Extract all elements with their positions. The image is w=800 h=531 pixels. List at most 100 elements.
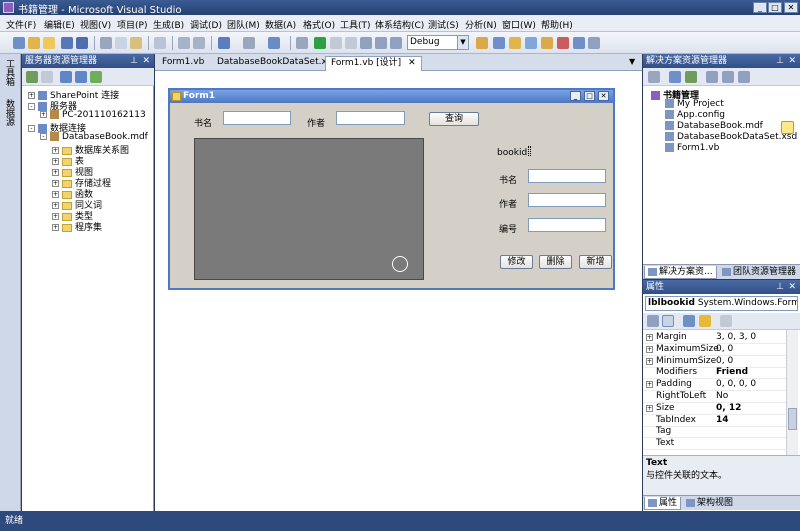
collapse-icon[interactable]: - bbox=[28, 125, 35, 132]
solution-item[interactable]: DatabaseBook.mdf bbox=[665, 121, 763, 131]
property-row[interactable]: Text bbox=[643, 438, 786, 451]
expand-icon[interactable]: + bbox=[646, 381, 653, 389]
close-button[interactable]: ✕ bbox=[784, 2, 798, 13]
menu-team[interactable]: 团队(M) bbox=[227, 18, 260, 31]
menu-file[interactable]: 文件(F) bbox=[6, 18, 36, 31]
step-icon[interactable] bbox=[296, 37, 308, 49]
menu-test[interactable]: 测试(S) bbox=[428, 18, 459, 31]
properties-object-select[interactable]: lblbookid System.Windows.Forms. bbox=[645, 296, 798, 311]
chevron-down-icon[interactable]: ▼ bbox=[629, 57, 635, 66]
pin-icon[interactable]: ⊥ bbox=[776, 280, 784, 294]
new-project-icon[interactable] bbox=[13, 37, 25, 49]
tab-properties[interactable]: 属性 bbox=[644, 497, 682, 510]
tab-form1-design[interactable]: Form1.vb [设计] ✕ bbox=[325, 56, 422, 71]
property-row[interactable]: Tag bbox=[643, 426, 786, 439]
step-into-icon[interactable] bbox=[360, 37, 372, 49]
pin-icon[interactable]: ⊥ bbox=[776, 54, 784, 68]
close-icon[interactable]: ✕ bbox=[408, 58, 416, 68]
expand-icon[interactable]: + bbox=[646, 345, 653, 353]
property-row[interactable]: + Margin 3, 0, 3, 0 bbox=[643, 332, 786, 344]
solution-item[interactable]: Form1.vb bbox=[665, 143, 719, 153]
property-row[interactable]: + Padding 0, 0, 0, 0 bbox=[643, 379, 786, 392]
search-author-input[interactable] bbox=[336, 111, 405, 125]
solution-configuration-select[interactable]: Debug ▼ bbox=[407, 35, 469, 50]
properties-window-icon[interactable] bbox=[509, 37, 521, 49]
expand-icon[interactable]: + bbox=[52, 213, 59, 220]
expand-icon[interactable]: + bbox=[646, 404, 653, 412]
toolbar-options-icon[interactable] bbox=[588, 37, 600, 49]
chevron-down-icon[interactable]: ▼ bbox=[457, 36, 468, 49]
lblbookid-selected[interactable] bbox=[528, 146, 531, 156]
property-row[interactable]: TabIndex 14 bbox=[643, 415, 786, 427]
name-input[interactable] bbox=[528, 169, 606, 183]
connect-database-icon[interactable] bbox=[60, 71, 72, 83]
property-row[interactable]: Modifiers Friend bbox=[643, 367, 786, 380]
property-value[interactable]: 0, 12 bbox=[716, 403, 741, 414]
solution-explorer-icon[interactable] bbox=[493, 37, 505, 49]
collapse-icon[interactable]: - bbox=[40, 133, 47, 140]
collapse-icon[interactable]: - bbox=[28, 103, 35, 110]
view-designer-icon[interactable] bbox=[722, 71, 734, 83]
solution-item[interactable]: DatabaseBookDataSet.xsd bbox=[665, 132, 797, 142]
form-designer[interactable]: Form1 _ □ ✕ 书名 作者 查询 bookid 书名 作者 编号 修改 … bbox=[155, 71, 642, 511]
pause-icon[interactable] bbox=[330, 37, 342, 49]
property-value[interactable]: 14 bbox=[716, 415, 729, 426]
step-out-icon[interactable] bbox=[390, 37, 402, 49]
connect-sharepoint-icon[interactable] bbox=[90, 71, 102, 83]
find-in-files-icon[interactable] bbox=[476, 37, 488, 49]
delete-button[interactable]: 删除 bbox=[539, 255, 572, 269]
step-over-icon[interactable] bbox=[375, 37, 387, 49]
number-input[interactable] bbox=[528, 218, 606, 232]
menu-tools[interactable]: 工具(T) bbox=[340, 18, 371, 31]
toolbox-icon[interactable] bbox=[541, 37, 553, 49]
save-all-icon[interactable] bbox=[76, 37, 88, 49]
property-pages-icon[interactable] bbox=[720, 315, 732, 327]
copy-icon[interactable] bbox=[115, 37, 127, 49]
property-row[interactable]: + MaximumSize 0, 0 bbox=[643, 344, 786, 356]
scrollbar-thumb[interactable] bbox=[788, 408, 797, 430]
object-browser-icon[interactable] bbox=[525, 37, 537, 49]
expand-icon[interactable]: + bbox=[52, 158, 59, 165]
close-icon[interactable]: ✕ bbox=[788, 54, 796, 68]
property-value[interactable]: No bbox=[716, 391, 728, 402]
save-icon[interactable] bbox=[61, 37, 73, 49]
refresh-icon[interactable] bbox=[685, 71, 697, 83]
close-icon[interactable]: ✕ bbox=[788, 280, 796, 294]
add-item-icon[interactable] bbox=[28, 37, 40, 49]
toolbox-tab[interactable]: 工具箱 bbox=[3, 59, 16, 86]
refresh-icon[interactable] bbox=[26, 71, 38, 83]
expand-icon[interactable]: + bbox=[52, 202, 59, 209]
add-button[interactable]: 新增 bbox=[579, 255, 612, 269]
tree-item[interactable]: - DatabaseBook.mdf bbox=[40, 132, 148, 142]
navigate-back-icon[interactable] bbox=[268, 37, 280, 49]
uncomment-icon[interactable] bbox=[193, 37, 205, 49]
maximize-button[interactable]: □ bbox=[768, 2, 782, 13]
properties-icon[interactable] bbox=[648, 71, 660, 83]
menu-view[interactable]: 视图(V) bbox=[80, 18, 111, 31]
menu-help[interactable]: 帮助(H) bbox=[541, 18, 573, 31]
expand-icon[interactable]: + bbox=[646, 334, 653, 341]
connect-server-icon[interactable] bbox=[75, 71, 87, 83]
cut-icon[interactable] bbox=[100, 37, 112, 49]
stop-icon[interactable] bbox=[345, 37, 357, 49]
solution-item[interactable]: App.config bbox=[665, 110, 725, 120]
tab-dataset-xsd[interactable]: DatabaseBookDataSet.xsd bbox=[212, 56, 342, 71]
expand-icon[interactable]: + bbox=[52, 169, 59, 176]
view-code-icon[interactable] bbox=[706, 71, 718, 83]
solution-item[interactable]: My Project bbox=[665, 99, 724, 109]
categorized-icon[interactable] bbox=[647, 315, 659, 327]
tree-item[interactable]: + PC-201110162113 bbox=[40, 110, 146, 120]
menu-window[interactable]: 窗口(W) bbox=[502, 18, 536, 31]
open-file-icon[interactable] bbox=[43, 37, 55, 49]
move-handle-icon[interactable] bbox=[392, 256, 408, 272]
menu-debug[interactable]: 调试(D) bbox=[190, 18, 222, 31]
paste-icon[interactable] bbox=[130, 37, 142, 49]
search-button[interactable]: 查询 bbox=[429, 112, 479, 126]
data-grid-view[interactable] bbox=[194, 138, 424, 280]
menu-edit[interactable]: 编辑(E) bbox=[44, 18, 75, 31]
undo-icon[interactable] bbox=[218, 37, 230, 49]
menu-format[interactable]: 格式(O) bbox=[303, 18, 335, 31]
expand-icon[interactable]: + bbox=[52, 224, 59, 231]
menu-analyze[interactable]: 分析(N) bbox=[465, 18, 497, 31]
property-value[interactable]: 0, 0 bbox=[716, 356, 733, 367]
